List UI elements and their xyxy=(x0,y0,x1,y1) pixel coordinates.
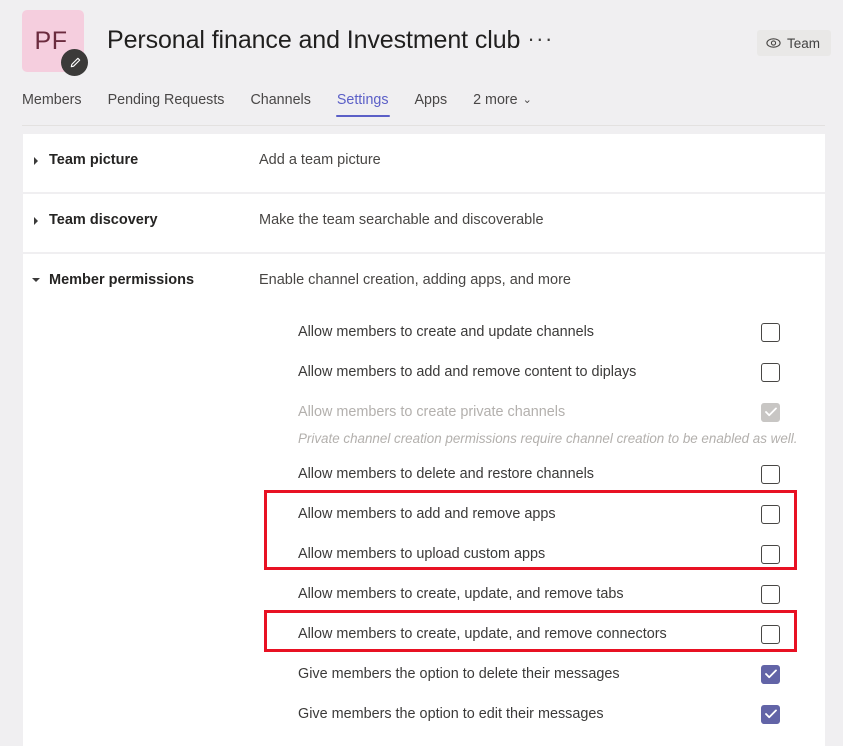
permission-label: Allow members to create, update, and rem… xyxy=(298,586,624,602)
checkbox-create-private-channels xyxy=(761,402,780,422)
permission-row-create-private-channels: Allow members to create private channels xyxy=(23,392,825,432)
checkbox-delete-restore-channels[interactable] xyxy=(761,464,780,484)
checkbox-edit-own-messages[interactable] xyxy=(761,704,780,724)
permission-row-create-update-remove-tabs[interactable]: Allow members to create, update, and rem… xyxy=(23,574,825,614)
permission-label: Allow members to upload custom apps xyxy=(298,546,546,562)
title-more-icon[interactable]: ··· xyxy=(527,26,553,52)
checkbox-create-update-channels[interactable] xyxy=(761,322,780,342)
tab-apps-label: Apps xyxy=(414,92,448,108)
checkbox-create-update-remove-tabs[interactable] xyxy=(761,584,780,604)
settings-section-team-discovery: Team discovery Make the team searchable … xyxy=(23,194,825,252)
team-visibility-badge[interactable]: Team xyxy=(756,30,831,56)
tab-members[interactable]: Members xyxy=(22,92,95,117)
team-header: PF Personal finance and Investment club ·… xyxy=(0,0,843,92)
permission-label: Give members the option to edit their me… xyxy=(298,706,604,722)
section-title-member-permissions: Member permissions xyxy=(49,272,195,288)
tab-channels-label: Channels xyxy=(250,92,311,108)
member-permissions-list: Allow members to create and update chann… xyxy=(23,312,825,746)
permission-label: Allow members to create, update, and rem… xyxy=(298,626,667,642)
permission-label: Allow members to add and remove content … xyxy=(298,364,637,380)
checkbox-upload-custom-apps[interactable] xyxy=(761,544,780,564)
tab-channels[interactable]: Channels xyxy=(237,92,323,117)
section-title-team-discovery: Team discovery xyxy=(49,212,158,228)
permission-label: Give members the option to delete their … xyxy=(298,666,620,682)
section-title-team-picture: Team picture xyxy=(49,152,139,168)
checkbox-add-remove-apps[interactable] xyxy=(761,504,780,524)
section-desc-member-permissions: Enable channel creation, adding apps, an… xyxy=(259,272,571,288)
settings-section-member-permissions: Member permissions Enable channel creati… xyxy=(23,254,825,746)
tab-pending-requests-label: Pending Requests xyxy=(107,92,225,108)
settings-content: Team picture Add a team picture Team dis… xyxy=(0,126,843,746)
chevron-right-icon[interactable] xyxy=(23,194,49,226)
chevron-down-icon: ⌄ xyxy=(522,94,532,106)
chevron-right-icon[interactable] xyxy=(23,134,49,166)
tab-more-label: 2 more xyxy=(473,92,518,108)
permission-row-create-update-channels[interactable]: Allow members to create and update chann… xyxy=(23,312,825,352)
tab-more[interactable]: 2 more ⌄ xyxy=(460,92,545,117)
section-desc-team-discovery: Make the team searchable and discoverabl… xyxy=(259,212,544,228)
permission-label: Allow members to create and update chann… xyxy=(298,324,594,340)
checkbox-add-remove-content[interactable] xyxy=(761,362,780,382)
chevron-down-icon[interactable] xyxy=(23,254,49,284)
permission-row-upload-custom-apps[interactable]: Allow members to upload custom apps xyxy=(23,534,825,574)
tab-apps[interactable]: Apps xyxy=(402,92,461,117)
permission-row-delete-restore-channels[interactable]: Allow members to delete and restore chan… xyxy=(23,454,825,494)
tab-members-label: Members xyxy=(22,92,82,108)
permission-label: Allow members to delete and restore chan… xyxy=(298,466,594,482)
tab-settings-label: Settings xyxy=(336,92,389,108)
team-name: Personal finance and Investment club xyxy=(107,26,521,54)
avatar-initials: PF xyxy=(34,26,68,55)
section-header-team-discovery[interactable]: Team discovery Make the team searchable … xyxy=(23,194,825,252)
tabbar-divider xyxy=(22,125,825,126)
permission-label: Allow members to add and remove apps xyxy=(298,506,556,522)
checkbox-create-update-remove-connectors[interactable] xyxy=(761,624,780,644)
section-header-member-permissions[interactable]: Member permissions Enable channel creati… xyxy=(23,254,825,312)
permission-row-edit-own-messages[interactable]: Give members the option to edit their me… xyxy=(23,694,825,734)
permission-row-add-remove-content[interactable]: Allow members to add and remove content … xyxy=(23,352,825,392)
settings-tabbar: Members Pending Requests Channels Settin… xyxy=(0,92,843,126)
pencil-icon[interactable] xyxy=(61,49,88,76)
team-avatar[interactable]: PF xyxy=(22,10,88,76)
settings-section-team-picture: Team picture Add a team picture xyxy=(23,134,825,192)
permission-row-add-remove-apps[interactable]: Allow members to add and remove apps xyxy=(23,494,825,534)
permission-row-delete-own-messages[interactable]: Give members the option to delete their … xyxy=(23,654,825,694)
tab-settings[interactable]: Settings xyxy=(324,92,402,117)
page-title: Personal finance and Investment club ··· xyxy=(107,26,554,55)
permission-row-create-update-remove-connectors[interactable]: Allow members to create, update, and rem… xyxy=(23,614,825,654)
tab-pending-requests[interactable]: Pending Requests xyxy=(95,92,238,117)
eye-icon xyxy=(766,37,781,49)
checkbox-delete-own-messages[interactable] xyxy=(761,664,780,684)
section-header-team-picture[interactable]: Team picture Add a team picture xyxy=(23,134,825,192)
team-visibility-label: Team xyxy=(786,35,820,51)
section-desc-team-picture: Add a team picture xyxy=(259,152,381,168)
private-channel-note: Private channel creation permissions req… xyxy=(298,431,798,446)
permission-label: Allow members to create private channels xyxy=(298,404,566,420)
